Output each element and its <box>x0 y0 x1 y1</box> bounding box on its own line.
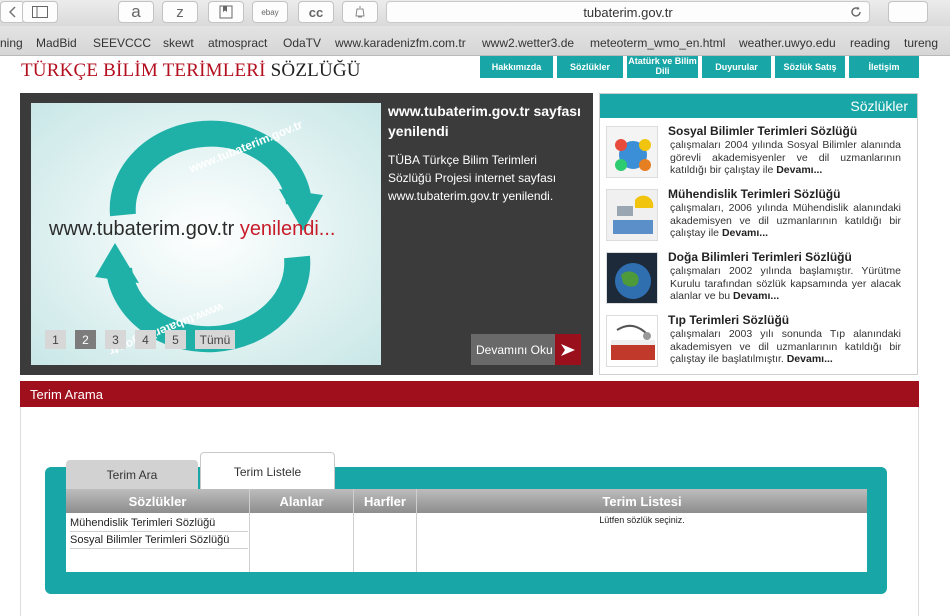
amazon-icon: a <box>131 2 141 21</box>
nav-sozluk-satis[interactable]: Sözlük Satış <box>775 56 845 78</box>
dictionary-desc-text: çalışmaları 2002 yılında başlamıştır. Yü… <box>670 265 901 302</box>
z-icon: z <box>176 3 184 21</box>
news-slider: www.tubaterim.gov.tr www.tubaterim.gov.t… <box>20 93 593 375</box>
nav-hakkimizda[interactable]: Hakkımızda <box>480 56 553 78</box>
column-sozlukler: Sözlükler Mühendislik Terimleri Sözlüğü … <box>66 489 250 572</box>
dictionaries-panel: Sözlükler Sosyal Bilimler Terimleri Sözl… <box>599 93 918 375</box>
column-header: Terim Listesi <box>417 489 867 513</box>
dictionary-item[interactable]: Tıp Terimleri Sözlüğü çalışmaları 2003 y… <box>600 313 917 375</box>
bookmark-cc-button[interactable]: cc <box>298 1 334 23</box>
dictionary-title[interactable]: Tıp Terimleri Sözlüğü <box>668 313 789 327</box>
dictionary-more-link[interactable]: Devamı... <box>722 227 768 239</box>
slider-page-5[interactable]: 5 <box>165 330 186 349</box>
bookmark-link[interactable]: OdaTV <box>283 36 321 50</box>
bookmark-link[interactable]: reading <box>850 36 890 50</box>
slider-page-1[interactable]: 1 <box>45 330 66 349</box>
bookmark-ebay-button[interactable]: ebay <box>252 1 288 23</box>
bookmarks-bar: ning MadBid SEEVCCC skewt atmospract Oda… <box>0 26 950 56</box>
chevron-left-icon <box>8 6 16 18</box>
bookmark-link[interactable]: tureng <box>904 36 938 50</box>
ebay-icon: ebay <box>261 7 279 17</box>
bookmark-link[interactable]: ning <box>0 36 23 50</box>
bookmark-link[interactable]: MadBid <box>36 36 77 50</box>
slider-page-3[interactable]: 3 <box>105 330 126 349</box>
dictionary-item[interactable]: Sosyal Bilimler Terimleri Sözlüğü çalışm… <box>600 124 917 186</box>
sidebar-icon <box>32 6 48 18</box>
browser-toolbar: a z ebay cc tubaterim.gov.tr <box>0 0 950 26</box>
term-list-table: Sözlükler Mühendislik Terimleri Sözlüğü … <box>66 489 867 572</box>
nav-ataturk-bilim-dili[interactable]: Atatürk ve Bilim Dili <box>627 56 698 78</box>
slider-page-4[interactable]: 4 <box>135 330 156 349</box>
dictionary-description: çalışmaları 2004 yılında Sosyal Bilimler… <box>670 139 901 177</box>
slide-caption-red: yenilendi... <box>239 218 336 240</box>
nav-sozlukler[interactable]: Sözlükler <box>557 56 623 78</box>
natural-sciences-thumbnail[interactable] <box>606 252 658 304</box>
slide-description: TÜBA Türkçe Bilim Terimleri Sözlüğü Proj… <box>388 153 557 203</box>
dictionary-description: çalışmaları 2002 yılında başlamıştır. Yü… <box>670 265 901 303</box>
dictionary-more-link[interactable]: Devamı... <box>733 290 779 302</box>
slide-caption: www.tubaterim.gov.tr yenilendi... <box>49 218 335 241</box>
cc-icon: cc <box>308 4 324 20</box>
dictionary-option[interactable]: Sosyal Bilimler Terimleri Sözlüğü <box>70 534 248 549</box>
dictionary-item[interactable]: Mühendislik Terimleri Sözlüğü çalışmalar… <box>600 187 917 249</box>
engineering-thumbnail[interactable] <box>606 189 658 241</box>
bookmark-link[interactable]: meteoterm_wmo_en.html <box>590 36 725 50</box>
tab-terim-ara[interactable]: Terim Ara <box>66 460 198 490</box>
site-title[interactable]: TÜRKÇE BİLİM TERİMLERİ SÖZLÜĞÜ <box>21 60 361 82</box>
reader-button[interactable] <box>208 1 244 23</box>
column-header: Sözlükler <box>66 489 249 513</box>
bookmark-link[interactable]: www.karadenizfm.com.tr <box>335 36 466 50</box>
dictionary-description: çalışmaları 2003 yılı sonunda Tıp alanın… <box>670 328 901 366</box>
bookmark-box-icon <box>219 5 233 19</box>
sidebar-toggle-button[interactable] <box>22 1 58 23</box>
dictionary-description: çalışmaları, 2006 yılında Mühendislik al… <box>670 202 901 240</box>
slide-caption-url: www.tubaterim.gov.tr <box>49 218 235 240</box>
column-terim-listesi: Terim Listesi Lütfen sözlük seçiniz. <box>417 489 867 572</box>
term-search-header: Terim Arama <box>20 381 919 407</box>
list-message: Lütfen sözlük seçiniz. <box>599 515 685 525</box>
url-bar[interactable]: tubaterim.gov.tr <box>386 1 870 23</box>
read-more-button[interactable]: Devamını Oku <box>471 334 581 365</box>
arrow-right-icon <box>555 334 581 365</box>
reload-icon[interactable] <box>849 5 863 19</box>
dictionary-more-link[interactable]: Devamı... <box>776 164 822 176</box>
dictionary-option[interactable]: Mühendislik Terimleri Sözlüğü <box>70 517 248 532</box>
slider-page-all[interactable]: Tümü <box>195 330 235 349</box>
tab-terim-listele[interactable]: Terim Listele <box>200 452 335 490</box>
dictionary-desc-text: çalışmaları 2003 yılı sonunda Tıp alanın… <box>670 328 901 365</box>
slide-title[interactable]: www.tubaterim.gov.tr sayfası yenilendi <box>388 101 588 141</box>
dictionary-title[interactable]: Doğa Bilimleri Terimleri Sözlüğü <box>668 250 852 264</box>
dictionary-title[interactable]: Mühendislik Terimleri Sözlüğü <box>668 187 840 201</box>
bookmark-link[interactable]: skewt <box>163 36 194 50</box>
column-header: Harfler <box>354 489 416 513</box>
slider-page-2[interactable]: 2 <box>75 330 96 349</box>
extension-button[interactable] <box>342 1 378 23</box>
social-sciences-thumbnail[interactable] <box>606 126 658 178</box>
dictionary-item[interactable]: Doğa Bilimleri Terimleri Sözlüğü çalışma… <box>600 250 917 312</box>
dictionary-more-link[interactable]: Devamı... <box>787 353 833 365</box>
slide-image[interactable]: www.tubaterim.gov.tr www.tubaterim.gov.t… <box>31 103 381 365</box>
url-text: tubaterim.gov.tr <box>583 4 673 20</box>
bookmark-link[interactable]: www2.wetter3.de <box>482 36 574 50</box>
read-more-label: Devamını Oku <box>476 342 553 357</box>
bookmark-link[interactable]: SEEVCCC <box>93 36 151 50</box>
lantern-icon <box>355 6 365 18</box>
dictionary-desc-text: çalışmaları, 2006 yılında Mühendislik al… <box>670 202 901 239</box>
bookmark-z-button[interactable]: z <box>162 1 198 23</box>
site-title-red: TÜRKÇE BİLİM TERİMLERİ <box>21 60 266 81</box>
site-title-dark: SÖZLÜĞÜ <box>270 60 361 81</box>
dictionaries-header: Sözlükler <box>600 94 917 118</box>
dictionary-title[interactable]: Sosyal Bilimler Terimleri Sözlüğü <box>668 124 857 138</box>
nav-duyurular[interactable]: Duyurular <box>702 56 771 78</box>
column-header: Alanlar <box>250 489 353 513</box>
medicine-thumbnail[interactable] <box>606 315 658 367</box>
bookmark-link[interactable]: weather.uwyo.edu <box>739 36 836 50</box>
bookmark-amazon-button[interactable]: a <box>118 1 154 23</box>
share-button[interactable] <box>888 1 928 23</box>
nav-iletisim[interactable]: İletişim <box>849 56 919 78</box>
bookmark-link[interactable]: atmospract <box>208 36 267 50</box>
column-alanlar: Alanlar <box>250 489 354 572</box>
column-harfler: Harfler <box>354 489 417 572</box>
